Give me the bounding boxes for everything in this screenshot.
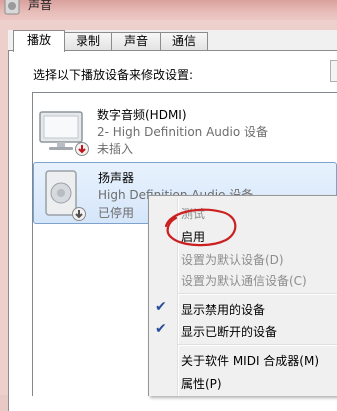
- menu-item-properties[interactable]: 属性(P): [181, 375, 222, 392]
- menu-item-test[interactable]: 测试: [181, 205, 205, 222]
- menu-item-set-default[interactable]: 设置为默认设备(D): [181, 251, 284, 268]
- menu-gutter: [177, 198, 179, 396]
- speaker-icon: [4, 0, 20, 15]
- tab-sounds[interactable]: 声音: [111, 32, 161, 50]
- instruction-text: 选择以下播放设备来修改设置:: [33, 68, 194, 82]
- tab-label: 声音: [123, 34, 148, 48]
- window-title: 声音: [28, 0, 53, 12]
- menu-item-enable[interactable]: 启用: [181, 228, 205, 245]
- device-item-hdmi[interactable]: 数字音频(HDMI) 2- High Definition Audio 设备 未…: [33, 100, 337, 158]
- menu-separator: [178, 293, 337, 295]
- red-down-arrow-icon: [75, 142, 89, 156]
- gray-down-arrow-icon: [72, 207, 86, 221]
- menu-item-show-disconnected[interactable]: 显示已断开的设备: [181, 323, 277, 340]
- device-description: 2- High Definition Audio 设备: [97, 125, 269, 139]
- scrollbar-edge[interactable]: [330, 60, 337, 82]
- tab-label: 播放: [26, 33, 51, 47]
- checkmark-icon: ✔: [155, 321, 167, 337]
- device-name: 扬声器: [98, 171, 135, 185]
- tab-label: 录制: [75, 34, 100, 48]
- title-bar[interactable]: 声音: [0, 0, 337, 20]
- device-name: 数字音频(HDMI): [97, 108, 187, 122]
- device-status: 已停用: [98, 206, 135, 220]
- tab-label: 通信: [171, 34, 196, 48]
- tab-recording[interactable]: 录制: [64, 32, 112, 50]
- device-status: 未插入: [97, 142, 134, 156]
- menu-separator: [178, 344, 337, 346]
- tab-playback[interactable]: 播放: [13, 30, 65, 52]
- menu-item-about-midi[interactable]: 关于软件 MIDI 合成器(M): [181, 352, 319, 369]
- tab-communications[interactable]: 通信: [160, 32, 208, 50]
- menu-item-show-disabled[interactable]: 显示禁用的设备: [181, 301, 265, 318]
- menu-item-set-default-comm[interactable]: 设置为默认通信设备(C): [181, 272, 307, 289]
- checkmark-icon: ✔: [155, 299, 167, 315]
